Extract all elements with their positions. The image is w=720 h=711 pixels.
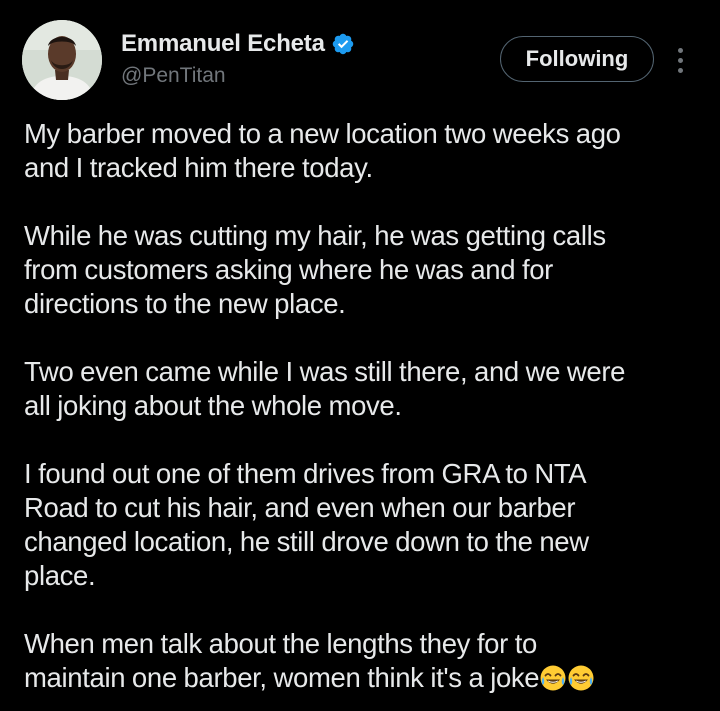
tweet-text: My barber moved to a new location two we… bbox=[24, 117, 694, 695]
author-handle[interactable]: @PenTitan bbox=[121, 64, 226, 88]
tweet-line: directions to the new place. bbox=[24, 288, 346, 319]
more-dot bbox=[677, 57, 683, 63]
tweet-line: and I tracked him there today. bbox=[24, 152, 373, 183]
face-with-tears-of-joy-icon bbox=[567, 664, 595, 692]
avatar[interactable] bbox=[22, 20, 102, 100]
tweet-paragraph: While he was cutting my hair, he was get… bbox=[24, 219, 694, 321]
tweet-paragraph: When men talk about the lengths they for… bbox=[24, 627, 694, 695]
tweet-line: Road to cut his hair, and even when our … bbox=[24, 492, 576, 523]
tweet-line: changed location, he still drove down to… bbox=[24, 526, 589, 557]
author-display-name[interactable]: Emmanuel Echeta bbox=[121, 30, 325, 58]
author-name-row: Emmanuel Echeta bbox=[121, 28, 355, 60]
profile-photo-icon bbox=[22, 20, 102, 100]
tweet-line: While he was cutting my hair, he was get… bbox=[24, 220, 606, 251]
tweet-line: from customers asking where he was and f… bbox=[24, 254, 553, 285]
tweet-line: maintain one barber, women think it's a … bbox=[24, 662, 540, 693]
more-dot bbox=[677, 47, 683, 53]
more-vertical-icon[interactable] bbox=[668, 42, 692, 78]
tweet-line: When men talk about the lengths they for… bbox=[24, 628, 537, 659]
tweet-line: I found out one of them drives from GRA … bbox=[24, 458, 587, 489]
tweet-line: all joking about the whole move. bbox=[24, 390, 402, 421]
following-button[interactable]: Following bbox=[500, 36, 654, 82]
tweet-header: Emmanuel Echeta @PenTitan Following bbox=[0, 0, 720, 110]
tweet-paragraph: I found out one of them drives from GRA … bbox=[24, 457, 694, 593]
tweet-line: My barber moved to a new location two we… bbox=[24, 118, 621, 149]
tweet-line: place. bbox=[24, 560, 96, 591]
face-with-tears-of-joy-icon bbox=[539, 664, 567, 692]
tweet-line: Two even came while I was still there, a… bbox=[24, 356, 626, 387]
tweet-paragraph: My barber moved to a new location two we… bbox=[24, 117, 694, 185]
more-dot bbox=[677, 67, 683, 73]
tweet-paragraph: Two even came while I was still there, a… bbox=[24, 355, 694, 423]
verified-badge-icon bbox=[331, 32, 355, 56]
